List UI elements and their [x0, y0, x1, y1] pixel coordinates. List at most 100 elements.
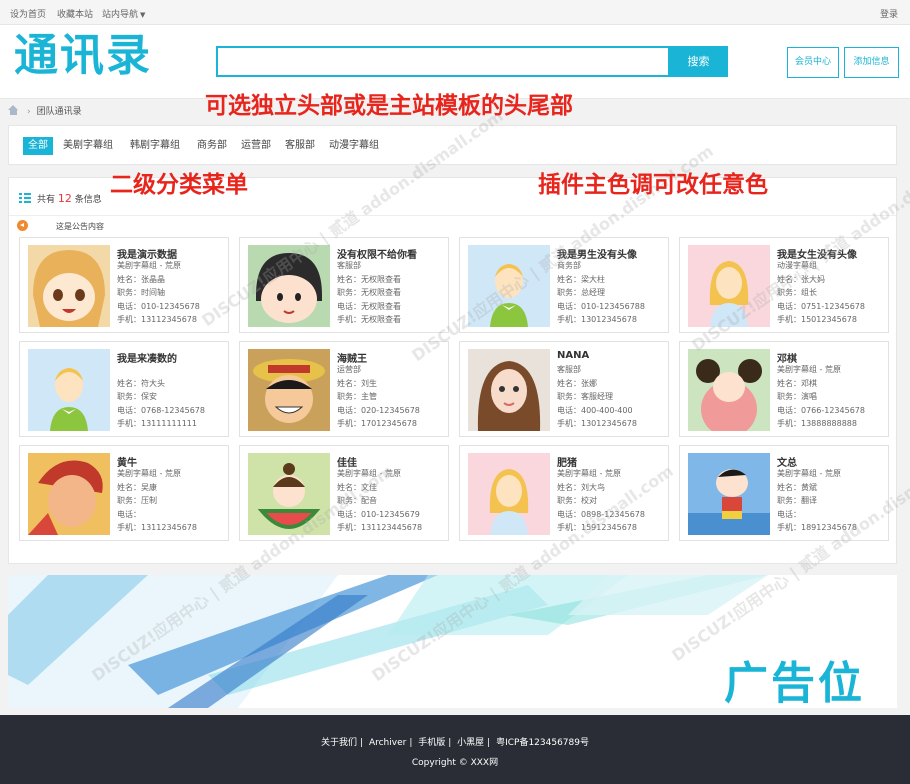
contact-name[interactable]: 肥猪 — [557, 454, 577, 469]
contact-detail: 手机：17012345678 — [337, 419, 417, 428]
footer-about[interactable]: 关于我们 — [321, 738, 357, 748]
contact-name[interactable]: 黄牛 — [117, 454, 137, 469]
record-count: 共有 12 条信息 — [19, 192, 102, 205]
contact-detail: 电话：无权限查看 — [337, 301, 401, 311]
contact-list-panel: 共有 12 条信息 这是公告内容 我是演示数据 美剧字幕组 - 荒原 姓名：张晶晶职… — [8, 177, 897, 564]
contact-detail: 姓名：吴康 — [117, 482, 157, 492]
contact-detail: 电话：020-12345678 — [337, 405, 420, 415]
contact-detail: 电话：010-123456788 — [557, 301, 645, 311]
contact-detail: 姓名：张晶晶 — [117, 274, 165, 284]
list-icon — [19, 193, 31, 203]
default-female-avatar — [688, 245, 770, 327]
contact-detail: 手机：13112345678 — [117, 523, 197, 532]
contact-name[interactable]: 邓棋 — [777, 350, 797, 365]
contact-detail: 电话： — [777, 509, 801, 519]
contact-card[interactable]: NANA 客服部 姓名：张娜 职务：客服经理 电话：400-400-400 手机：1301… — [459, 341, 669, 437]
contact-dept: 客服部 — [337, 261, 361, 270]
contact-card[interactable]: 我是女生没有头像 动漫字幕组 姓名：张大妈 职务：组长 电话：0751-12345678… — [679, 237, 889, 333]
footer-blackroom[interactable]: 小黑屋 — [457, 738, 484, 748]
contact-name[interactable]: 没有权限不给你看 — [337, 246, 417, 261]
contact-detail: 手机：13111111111 — [117, 419, 197, 428]
contact-detail: 职务：无权限查看 — [337, 288, 401, 297]
home-icon[interactable] — [8, 105, 19, 115]
basketball-avatar — [28, 453, 110, 535]
category-us-drama[interactable]: 美剧字幕组 — [63, 137, 113, 155]
contact-name[interactable]: 我是男生没有头像 — [557, 246, 637, 261]
category-operations[interactable]: 运营部 — [241, 137, 271, 155]
contact-detail: 电话：010-12345678 — [117, 301, 200, 311]
contact-name[interactable]: 我是演示数据 — [117, 246, 177, 261]
login-link[interactable]: 登录 — [880, 7, 898, 20]
breadcrumb: › 团队通讯录 — [8, 104, 82, 117]
contact-detail: 职务：时间轴 — [117, 288, 165, 297]
count-number: 12 — [57, 192, 72, 205]
logo[interactable]: 通讯录 — [14, 31, 152, 81]
contact-detail: 手机：13012345678 — [557, 419, 637, 428]
contact-card[interactable]: 我是演示数据 美剧字幕组 - 荒原 姓名：张晶晶 职务：时间轴电话：010-12345… — [19, 237, 229, 333]
site-nav-menu[interactable]: 站内导航 ▼ — [102, 7, 145, 20]
contact-card[interactable]: 海贼王 运营部 姓名：刘生 职务：主管 电话：020-12345678 手机：170123… — [239, 341, 449, 437]
count-suffix: 条信息 — [74, 195, 102, 205]
category-service[interactable]: 客服部 — [285, 137, 315, 155]
breadcrumb-current[interactable]: 团队通讯录 — [37, 107, 82, 117]
footer: 关于我们 | Archiver | 手机版 | 小黑屋 | 粤ICP备123456789… — [0, 715, 910, 784]
contact-card[interactable]: 肥猪 美剧字幕组 - 荒原 姓名：刘大鸟 职务：校对 电话：0898-12345678 手… — [459, 445, 669, 541]
contact-detail: 职务：主管 — [337, 392, 377, 401]
contact-detail: 姓名：刘生 — [337, 378, 377, 388]
contact-detail: 电话： — [117, 509, 141, 519]
contact-detail: 姓名：邓棋 — [777, 378, 817, 388]
contact-card[interactable]: 我是男生没有头像 商务部 姓名：梁大柱 职务：总经理 电话：010-123456788 手… — [459, 237, 669, 333]
category-anime[interactable]: 动漫字幕组 — [329, 137, 379, 155]
category-all[interactable]: 全部 — [23, 137, 53, 155]
contact-name[interactable]: NANA — [557, 350, 589, 361]
luffy-avatar — [248, 349, 330, 431]
contact-detail: 手机：13012345678 — [557, 315, 637, 324]
contact-name[interactable]: 我是来凑数的 — [117, 350, 177, 365]
contact-dept: 美剧字幕组 - 荒原 — [337, 469, 401, 478]
category-business[interactable]: 商务部 — [197, 137, 227, 155]
contact-card[interactable]: 佳佳 美剧字幕组 - 荒原 姓名：文佳 职务：配音 电话：010-12345679 手机：… — [239, 445, 449, 541]
contact-detail: 姓名：符大头 — [117, 378, 165, 388]
contact-name[interactable]: 文总 — [777, 454, 797, 469]
contact-detail: 手机：15012345678 — [777, 315, 857, 324]
contact-card[interactable]: 文总 美剧字幕组 - 荒原 姓名：黄斌 职务：翻译 电话： 手机：18912345678 — [679, 445, 889, 541]
search-input[interactable] — [216, 46, 670, 77]
count-prefix: 共有 — [37, 195, 56, 205]
contact-dept: 美剧字幕组 - 荒原 — [777, 365, 841, 374]
annotation-header: 可选独立头部或是主站模板的头尾部 — [205, 93, 573, 119]
contact-card[interactable]: 黄牛 美剧字幕组 - 荒原 姓名：吴康 职务：压制 电话： 手机：13112345678 — [19, 445, 229, 541]
notice-text[interactable]: 这是公告内容 — [56, 222, 104, 231]
chevron-right-icon: › — [27, 107, 31, 117]
bookmark-link[interactable]: 收藏本站 — [57, 7, 93, 20]
footer-icp[interactable]: 粤ICP备123456789号 — [496, 738, 589, 748]
contact-detail: 姓名：张大妈 — [777, 274, 825, 284]
contact-detail: 职务：组长 — [777, 288, 817, 297]
contact-detail: 职务：配音 — [337, 496, 377, 505]
contact-name[interactable]: 佳佳 — [337, 454, 357, 469]
category-kr-drama[interactable]: 韩剧字幕组 — [130, 137, 180, 155]
contact-detail: 职务：演唱 — [777, 392, 817, 401]
contact-name[interactable]: 海贼王 — [337, 350, 367, 365]
ad-banner[interactable]: 广告位 — [8, 575, 897, 708]
member-center-button[interactable]: 会员中心 — [787, 47, 839, 78]
contact-dept: 美剧字幕组 - 荒原 — [117, 261, 181, 270]
contact-dept: 商务部 — [557, 261, 581, 270]
footer-mobile[interactable]: 手机版 — [418, 738, 445, 748]
annotation-color: 插件主色调可改任意色 — [538, 172, 768, 198]
speaker-icon — [17, 220, 28, 231]
contact-dept: 动漫字幕组 — [777, 261, 817, 270]
annotation-menu: 二级分类菜单 — [110, 172, 248, 198]
contact-card[interactable]: 我是来凑数的 姓名：符大头 职务：保安 电话：0768-12345678 手机：1311… — [19, 341, 229, 437]
search-button[interactable]: 搜索 — [669, 46, 728, 77]
contact-detail: 手机：13888888888 — [777, 419, 857, 428]
contact-detail: 职务：翻译 — [777, 496, 817, 505]
contact-name[interactable]: 我是女生没有头像 — [777, 246, 857, 261]
default-male-avatar — [468, 245, 550, 327]
contact-card[interactable]: 邓棋 美剧字幕组 - 荒原 姓名：邓棋 职务：演唱 电话：0766-12345678 手机… — [679, 341, 889, 437]
footer-archiver[interactable]: Archiver — [369, 738, 406, 748]
contact-card[interactable]: 没有权限不给你看 客服部 姓名：无权限查看 职务：无权限查看 电话：无权限查看 手机：无权… — [239, 237, 449, 333]
add-info-button[interactable]: 添加信息 — [844, 47, 899, 78]
contact-dept: 美剧字幕组 - 荒原 — [777, 469, 841, 478]
footer-copyright: Copyright © XXX网 — [411, 758, 499, 768]
set-home-link[interactable]: 设为首页 — [10, 7, 46, 20]
